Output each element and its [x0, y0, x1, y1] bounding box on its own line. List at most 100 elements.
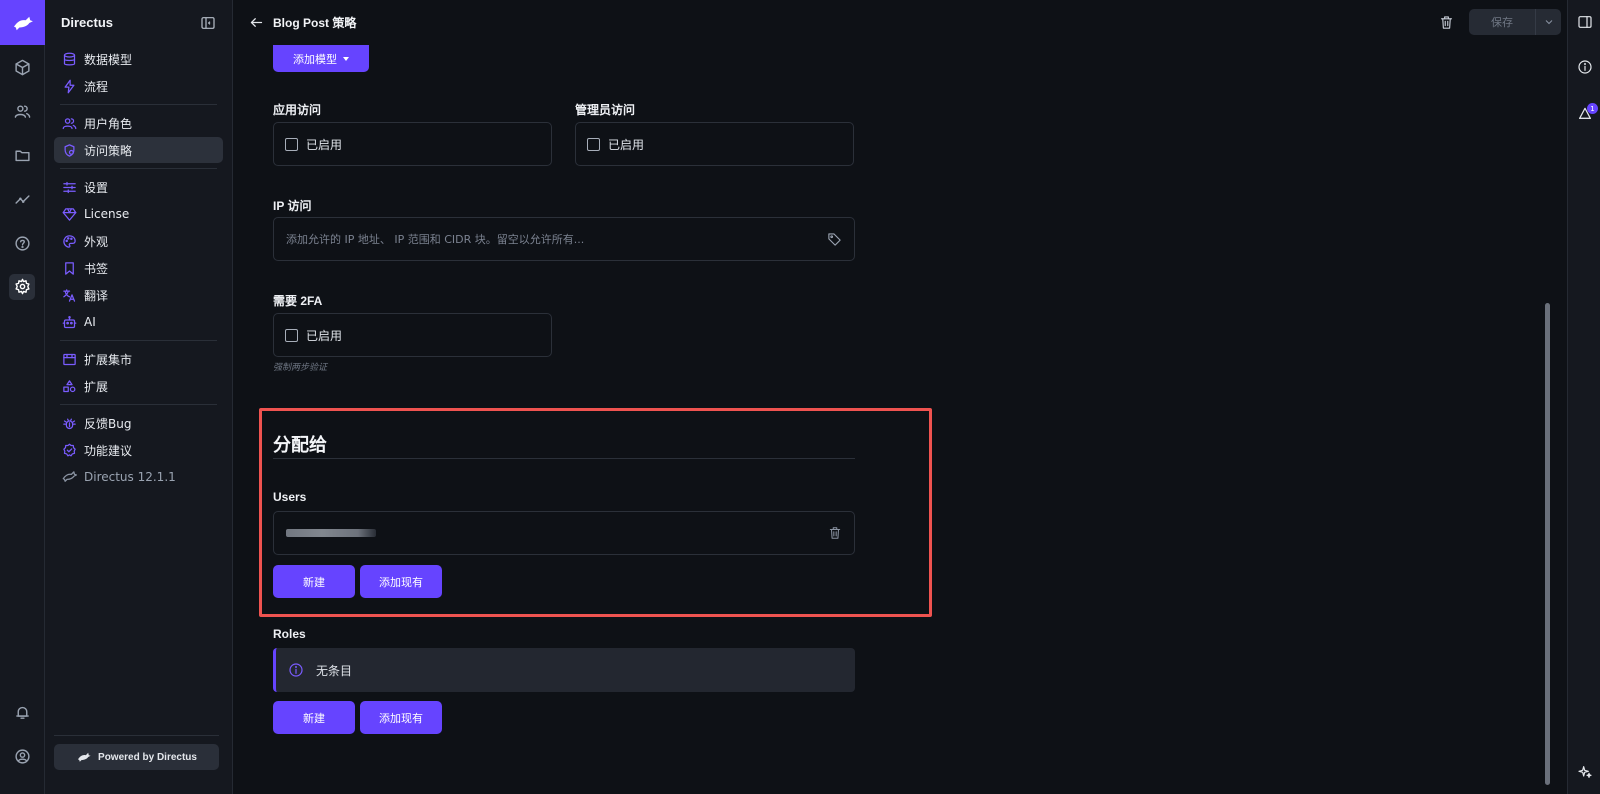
ip-access-label: IP 访问 — [273, 199, 312, 213]
nav-item-robot[interactable]: AI — [54, 309, 223, 335]
directus-rabbit-icon — [13, 16, 33, 30]
nav-item-directus-logo[interactable]: Directus 12.1.1 — [54, 464, 223, 490]
bug-icon — [63, 418, 76, 429]
app-access-checkbox[interactable]: 已启用 — [274, 123, 551, 165]
nav-item-bolt[interactable]: 流程 — [54, 73, 223, 99]
nav-item-label: 流程 — [84, 79, 109, 94]
navigation-panel: Directus 数据模型流程用户角色访问策略设置 License 外观书签翻译 AI… — [45, 0, 233, 794]
roles-empty-notice: 无条目 — [273, 648, 855, 692]
nav-item-label: 扩展 — [84, 379, 109, 394]
app-access-checkbox-label: 已启用 — [306, 137, 343, 152]
directus-rabbit-icon — [78, 752, 91, 762]
roles-empty-label: 无条目 — [316, 663, 353, 678]
sidebar-toggle-icon — [1577, 16, 1592, 28]
nav-item-sliders[interactable]: 设置 — [54, 174, 223, 200]
trash-icon — [1440, 15, 1452, 29]
checkbox-icon — [587, 137, 600, 151]
ip-access-input[interactable]: 添加允许的 IP 地址、 IP 范围和 CIDR 块。留空以允许所有... — [273, 217, 855, 261]
require-2fa-hint: 强制两步验证 — [273, 363, 328, 373]
users-new-button[interactable]: 新建 — [273, 565, 355, 598]
nav-item-label: AI — [84, 315, 96, 329]
ai-assistant-button[interactable] — [1568, 757, 1600, 787]
roles-add-existing-button[interactable]: 添加现有 — [360, 701, 442, 734]
bookmark-icon — [65, 261, 74, 275]
collapse-sidebar-icon[interactable] — [200, 15, 216, 31]
require-2fa-checkbox-label: 已启用 — [306, 328, 343, 343]
admin-access-label: 管理员访问 — [575, 103, 636, 117]
require-2fa-field: 已启用 — [273, 313, 552, 357]
check-badge-icon — [63, 443, 76, 456]
trash-icon[interactable] — [828, 526, 842, 540]
nav-item-label: 数据模型 — [84, 52, 133, 67]
nav-footer-divider — [54, 735, 219, 736]
sparkle-icon — [1577, 766, 1592, 778]
revisions-button[interactable]: 1 — [1568, 98, 1600, 128]
caret-down-icon — [343, 56, 349, 61]
powered-by-label: Powered by Directus — [98, 751, 197, 763]
insights-module-button[interactable] — [0, 177, 45, 221]
add-model-button[interactable]: 添加模型 — [273, 45, 369, 72]
nav-item-palette[interactable]: 外观 — [54, 228, 223, 254]
nav-item-check-badge[interactable]: 功能建议 — [54, 437, 223, 463]
nav-divider — [60, 104, 217, 105]
roles-new-button[interactable]: 新建 — [273, 701, 355, 734]
nav-item-policy[interactable]: 访问策略 — [54, 137, 223, 163]
users-icon — [14, 104, 31, 118]
info-button[interactable] — [1568, 52, 1600, 82]
nav-item-database[interactable]: 数据模型 — [54, 46, 223, 72]
insights-icon — [15, 194, 30, 204]
account-icon — [15, 748, 30, 764]
checkbox-icon — [285, 137, 298, 151]
nav-item-translate[interactable]: 翻译 — [54, 282, 223, 308]
info-icon — [1577, 60, 1592, 74]
account-button[interactable] — [0, 734, 45, 778]
content-scrollbar[interactable] — [1542, 45, 1552, 794]
nav-item-label: 扩展集市 — [84, 352, 133, 367]
project-name: Directus — [61, 15, 114, 30]
nav-item-extensions[interactable]: 扩展 — [54, 373, 223, 399]
directus-logo[interactable] — [0, 0, 45, 45]
bolt-icon — [64, 79, 75, 93]
directus-logo-icon — [62, 470, 77, 482]
users-module-button[interactable] — [0, 89, 45, 133]
user-list-item[interactable] — [273, 511, 855, 555]
toggle-sidebar-button[interactable] — [1568, 7, 1600, 37]
save-options-button[interactable] — [1535, 9, 1561, 35]
users-add-existing-button[interactable]: 添加现有 — [360, 565, 442, 598]
nav-item-bug[interactable]: 反馈Bug — [54, 410, 223, 436]
scrollbar-thumb[interactable] — [1545, 303, 1550, 785]
app-access-label: 应用访问 — [273, 103, 322, 117]
sidebar-rail: 1 — [1567, 0, 1600, 794]
nav-item-bookmark[interactable]: 书签 — [54, 255, 223, 281]
app-access-field: 已启用 — [273, 122, 552, 166]
save-button[interactable]: 保存 — [1469, 9, 1535, 35]
arrow-left-icon — [250, 18, 262, 27]
palette-icon — [63, 234, 76, 248]
admin-access-checkbox[interactable]: 已启用 — [576, 123, 853, 165]
extensions-icon — [63, 379, 76, 392]
admin-access-field: 已启用 — [575, 122, 854, 166]
nav-item-diamond[interactable]: License — [54, 201, 223, 227]
nav-item-store[interactable]: 扩展集市 — [54, 346, 223, 372]
page-title: Blog Post 策略 — [273, 16, 357, 30]
settings-module-button[interactable] — [0, 264, 45, 308]
settings-icon — [15, 278, 30, 294]
back-button[interactable] — [247, 14, 265, 32]
nav-item-label: 用户角色 — [84, 116, 133, 131]
tag-icon[interactable] — [827, 232, 842, 247]
help-module-button[interactable] — [0, 221, 45, 265]
files-module-button[interactable] — [0, 133, 45, 177]
nav-item-label: 外观 — [84, 234, 109, 249]
powered-by-badge[interactable]: Powered by Directus — [54, 744, 219, 770]
delete-button[interactable] — [1433, 9, 1459, 35]
users-label: Users — [273, 490, 307, 504]
nav-item-users[interactable]: 用户角色 — [54, 110, 223, 136]
nav-item-label: Directus 12.1.1 — [84, 470, 176, 484]
info-icon — [289, 663, 303, 677]
folder-icon — [15, 150, 30, 161]
help-icon — [15, 235, 30, 251]
notifications-button[interactable] — [0, 690, 45, 734]
require-2fa-checkbox[interactable]: 已启用 — [274, 314, 551, 356]
content-module-button[interactable] — [0, 45, 45, 89]
nav-item-label: 翻译 — [84, 288, 109, 303]
